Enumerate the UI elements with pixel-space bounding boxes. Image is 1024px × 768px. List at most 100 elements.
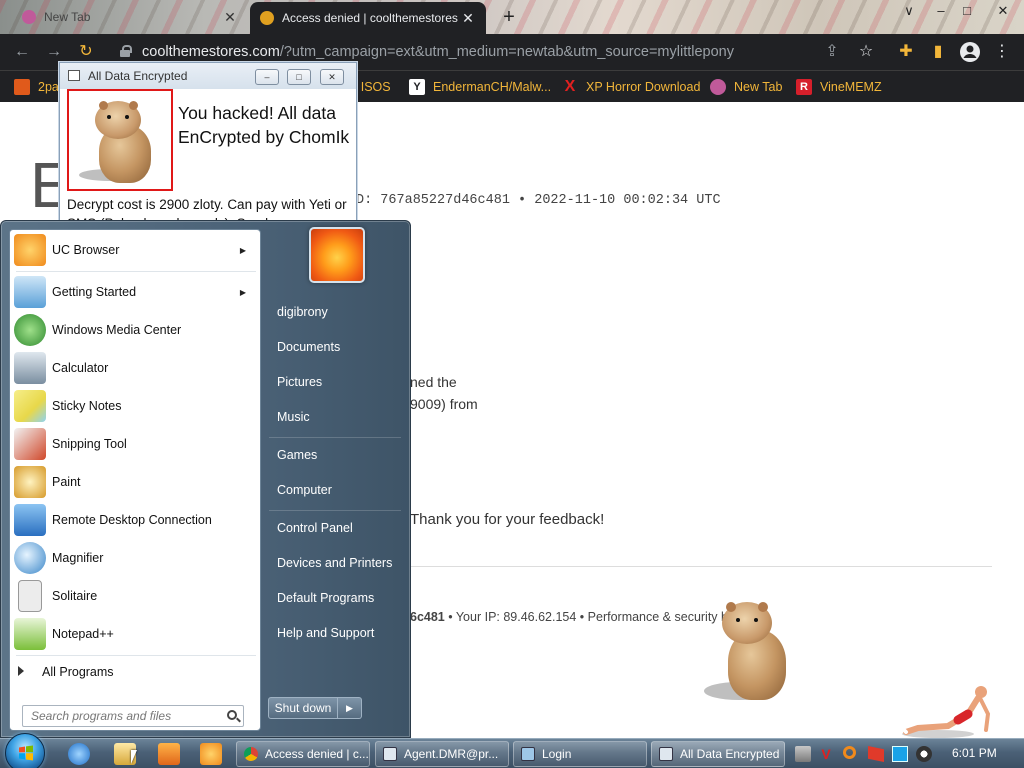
paint-icon	[14, 466, 46, 498]
bookmark-item[interactable]: 2pa	[14, 77, 59, 97]
reload-icon[interactable]: ↻	[74, 41, 98, 63]
start-right-games[interactable]: Games	[277, 448, 317, 462]
tab-access-denied[interactable]: Access denied | coolthemestores ✕	[250, 2, 486, 34]
shutdown-button[interactable]: Shut down	[268, 697, 338, 719]
start-right-help-support[interactable]: Help and Support	[277, 626, 374, 640]
minimize-button[interactable]: –	[255, 69, 279, 85]
profile-avatar-icon[interactable]	[958, 41, 982, 63]
start-button[interactable]	[5, 733, 45, 768]
taskbar-item-chrome[interactable]: Access denied | c...	[236, 741, 370, 767]
divider	[16, 655, 256, 656]
divider	[410, 566, 992, 567]
hamster-ear	[99, 101, 108, 110]
hamster-eye	[754, 618, 758, 622]
start-right-control-panel[interactable]: Control Panel	[277, 521, 353, 535]
start-right-documents[interactable]: Documents	[277, 340, 340, 354]
maximize-button[interactable]: □	[287, 69, 311, 85]
r-logo-icon: R	[796, 79, 812, 95]
start-right-username[interactable]: digibrony	[277, 305, 328, 319]
start-item-windows-media-center[interactable]: Windows Media Center	[12, 312, 258, 348]
bookmark-item[interactable]: X XP Horror Download	[562, 77, 701, 97]
start-item-solitaire[interactable]: Solitaire	[12, 578, 258, 614]
submenu-arrow-icon: ▶	[239, 287, 246, 297]
minimize-button[interactable]: –	[928, 0, 954, 22]
user-avatar[interactable]	[309, 227, 365, 283]
tab-close-icon[interactable]: ✕	[460, 10, 476, 27]
snipping-tool-icon	[14, 428, 46, 460]
start-item-sticky-notes[interactable]: Sticky Notes	[12, 388, 258, 424]
getting-started-icon	[14, 276, 46, 308]
start-right-default-programs[interactable]: Default Programs	[277, 591, 374, 605]
uc-browser-icon[interactable]	[200, 743, 222, 765]
back-arrow-icon[interactable]: ←	[10, 41, 34, 63]
tray-app-icon[interactable]	[795, 746, 811, 762]
taskbar-item-login[interactable]: Login	[513, 741, 647, 767]
tray-volume-icon[interactable]	[916, 746, 932, 762]
ray-id: 6c481	[410, 610, 445, 624]
internet-explorer-icon[interactable]	[68, 743, 90, 765]
tray-search-icon[interactable]	[843, 746, 856, 759]
side-panel-icon[interactable]: ▮	[926, 41, 950, 63]
all-programs-button[interactable]: All Programs	[18, 665, 114, 679]
start-item-calculator[interactable]: Calculator	[12, 350, 258, 386]
footer-ip: • Your IP: 89.46.62.154 • Performance & …	[444, 610, 728, 624]
calculator-icon	[14, 352, 46, 384]
taskbar-item-all-data-encrypted[interactable]: All Data Encrypted	[651, 741, 785, 767]
dancing-figure-image	[900, 686, 991, 738]
forward-arrow-icon[interactable]: →	[42, 41, 66, 63]
magnifier-icon	[14, 542, 46, 574]
tray-v-icon[interactable]: V	[818, 746, 834, 762]
hamster-eye	[736, 618, 740, 622]
share-icon[interactable]: ⇪	[820, 41, 844, 63]
start-item-notepad-plus-plus[interactable]: Notepad++	[12, 616, 258, 652]
bookmark-item[interactable]: Y EndermanCH/Malw...	[409, 77, 551, 97]
hamster-ear	[726, 602, 736, 612]
bookmark-star-icon[interactable]: ☆	[854, 41, 878, 63]
uc-browser-icon	[14, 234, 46, 266]
divider	[16, 271, 256, 272]
extensions-icon[interactable]: ✚	[894, 41, 918, 63]
youtube-icon: Y	[409, 79, 425, 95]
chrome-icon	[244, 747, 258, 761]
start-menu: UC Browser ▶ Getting Started ▶ Windows Med…	[0, 220, 411, 738]
taskbar-clock[interactable]: 6:01 PM	[952, 746, 997, 760]
tab-search-button[interactable]: ∨	[896, 0, 922, 22]
divider	[269, 437, 401, 438]
start-right-devices-printers[interactable]: Devices and Printers	[277, 556, 392, 570]
start-item-uc-browser[interactable]: UC Browser ▶	[12, 232, 258, 268]
start-right-music[interactable]: Music	[277, 410, 310, 424]
explanation-text: 9009) from	[410, 396, 478, 412]
close-button[interactable]: ✕	[320, 69, 344, 85]
shutdown-options-button[interactable]: ▶	[338, 697, 362, 719]
lock-icon[interactable]	[120, 45, 132, 57]
maximize-button[interactable]: □	[954, 0, 980, 22]
window-icon	[659, 747, 673, 761]
explanation-text: ned the	[410, 374, 457, 390]
start-item-snipping-tool[interactable]: Snipping Tool	[12, 426, 258, 462]
search-icon[interactable]	[227, 710, 237, 720]
bookmark-item[interactable]: R VineMEMZ	[796, 77, 882, 97]
hamster-ear	[758, 602, 768, 612]
bookmark-item[interactable]: New Tab	[710, 77, 782, 97]
tab-new-tab[interactable]: New Tab ✕	[12, 4, 248, 30]
menu-kebab-icon[interactable]: ⋮	[990, 41, 1014, 63]
start-search-input[interactable]: Search programs and files	[22, 705, 244, 727]
tray-monitor-icon[interactable]	[892, 746, 908, 762]
start-item-paint[interactable]: Paint	[12, 464, 258, 500]
hamster-image	[700, 600, 794, 710]
remote-desktop-icon	[14, 504, 46, 536]
tray-flag-icon[interactable]	[868, 746, 884, 762]
start-right-pictures[interactable]: Pictures	[277, 375, 322, 389]
taskbar-item-agent-window[interactable]: Agent.DMR@pr...	[375, 741, 509, 767]
new-tab-button[interactable]: +	[498, 6, 520, 29]
start-item-getting-started[interactable]: Getting Started ▶	[12, 274, 258, 310]
close-window-button[interactable]: ✕	[990, 0, 1016, 22]
start-item-magnifier[interactable]: Magnifier	[12, 540, 258, 576]
tab-close-icon[interactable]: ✕	[222, 9, 238, 26]
start-right-computer[interactable]: Computer	[277, 483, 332, 497]
popup-titlebar[interactable]: All Data Encrypted – □ ✕	[60, 63, 356, 89]
media-player-icon[interactable]	[158, 743, 180, 765]
start-item-remote-desktop[interactable]: Remote Desktop Connection	[12, 502, 258, 538]
divider	[269, 510, 401, 511]
ransom-popup-window[interactable]: All Data Encrypted – □ ✕ You hacked! All…	[59, 62, 357, 232]
